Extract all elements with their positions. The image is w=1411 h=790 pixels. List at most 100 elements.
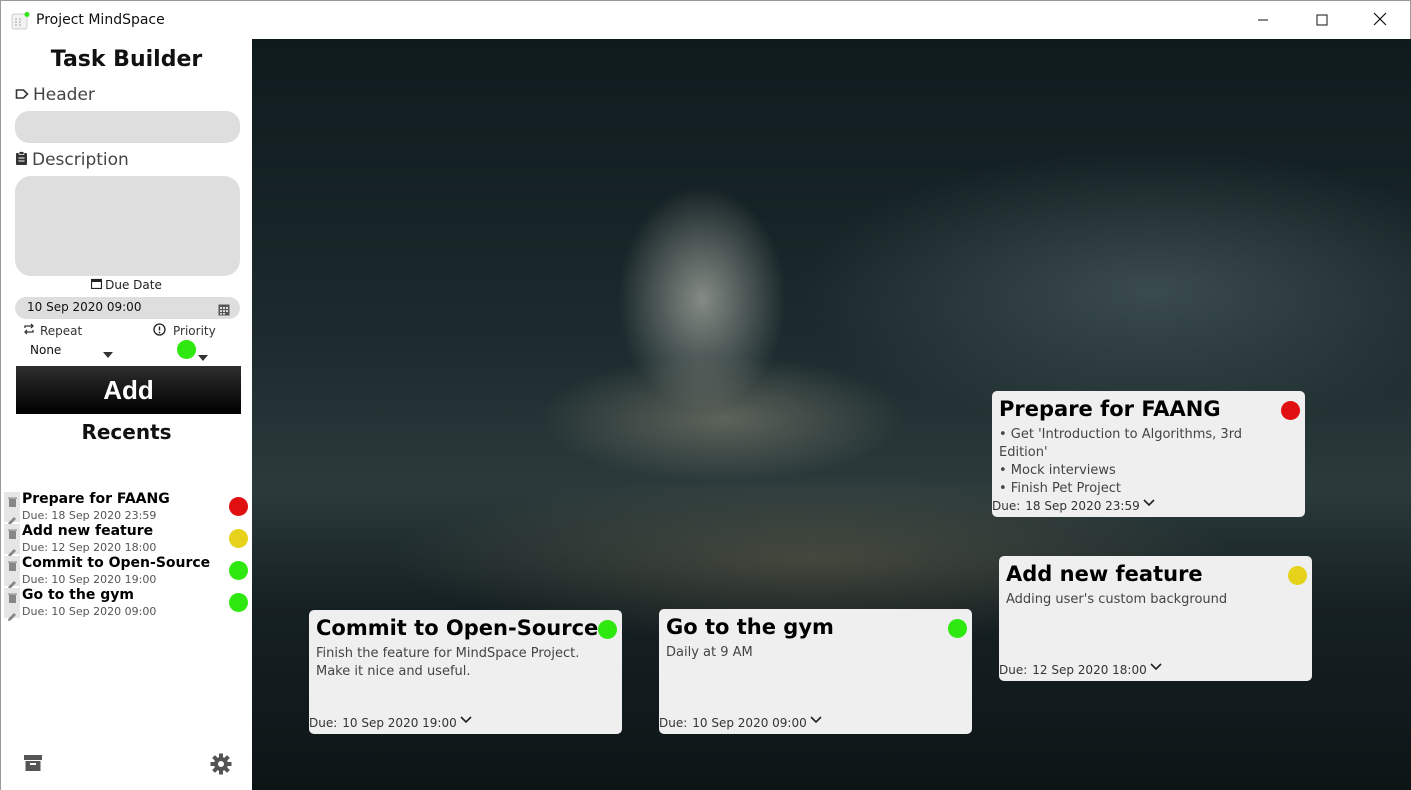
card-body-line: • Get 'Introduction to Algorithms, 3rd E…: [999, 427, 1243, 460]
maximize-icon: [1316, 11, 1328, 30]
priority-dot: [229, 529, 248, 548]
clipboard-icon: [15, 150, 28, 170]
settings-button[interactable]: [210, 753, 232, 779]
card-due: Due: 10 Sep 2020 09:00: [659, 716, 807, 730]
recent-item-commit-to-open-source[interactable]: Commit to Open-Source Due: 10 Sep 2020 1…: [1, 555, 252, 589]
header-label: Header: [15, 85, 95, 105]
card-due-prefix: Due:: [999, 663, 1028, 677]
task-card-prepare-for-faang[interactable]: Prepare for FAANG • Get 'Introduction to…: [992, 391, 1305, 517]
card-body: Adding user's custom background: [1006, 592, 1228, 607]
recent-item-add-new-feature[interactable]: Add new feature Due: 12 Sep 2020 18:00: [1, 523, 252, 557]
title-bar[interactable]: Project MindSpace: [1, 1, 1410, 39]
recent-item-title: Commit to Open-Source: [22, 555, 211, 571]
priority-select[interactable]: [177, 339, 211, 361]
recent-item-due: Due: 18 Sep 2020 23:59: [22, 509, 157, 522]
trash-icon[interactable]: [7, 556, 17, 575]
app-icon: [11, 11, 31, 31]
recent-item-prepare-for-faang[interactable]: Prepare for FAANG Due: 18 Sep 2020 23:59: [1, 491, 252, 525]
card-due-prefix: Due:: [659, 716, 688, 730]
repeat-label-text: Repeat: [40, 323, 83, 338]
task-card-commit-to-open-source[interactable]: Commit to Open-Source Finish the feature…: [309, 610, 622, 734]
minimize-button[interactable]: [1234, 1, 1292, 39]
priority-color-dot: [177, 340, 196, 359]
description-input[interactable]: [15, 176, 240, 276]
add-task-button[interactable]: Add: [16, 366, 241, 414]
card-priority-dot: [948, 619, 967, 638]
task-builder-sidebar: Task Builder Header Description Due Date…: [1, 39, 252, 790]
recents-title: Recents: [81, 420, 172, 444]
priority-dot: [229, 497, 248, 516]
chevron-down-icon[interactable]: [1150, 656, 1162, 675]
card-priority-dot: [1281, 401, 1300, 420]
minimize-icon: [1257, 11, 1269, 30]
repeat-value: None: [30, 343, 62, 357]
recent-item-due: Due: 10 Sep 2020 19:00: [22, 573, 157, 586]
app-window: Project MindSpace Task Builder Header De…: [0, 0, 1411, 790]
close-button[interactable]: [1351, 1, 1409, 39]
chevron-down-icon[interactable]: [1143, 492, 1155, 511]
card-priority-dot: [598, 620, 617, 639]
recents-list: Prepare for FAANG Due: 18 Sep 2020 23:59…: [1, 491, 252, 621]
trash-icon[interactable]: [7, 588, 17, 607]
recent-item-due: Due: 10 Sep 2020 09:00: [22, 605, 157, 618]
recent-item-tools: [4, 492, 20, 525]
gear-icon: [210, 753, 232, 779]
date-picker-icon[interactable]: [218, 301, 230, 320]
card-body: Daily at 9 AM: [666, 645, 753, 660]
recent-item-tools: [4, 524, 20, 557]
trash-icon[interactable]: [7, 492, 17, 511]
chevron-down-icon[interactable]: [460, 709, 472, 728]
card-due-value: 10 Sep 2020 09:00: [692, 716, 807, 730]
card-title: Commit to Open-Source: [316, 616, 599, 640]
recent-item-go-to-the-gym[interactable]: Go to the gym Due: 10 Sep 2020 09:00: [1, 587, 252, 621]
header-input[interactable]: [15, 111, 240, 143]
task-card-add-new-feature[interactable]: Add new feature Adding user's custom bac…: [999, 556, 1312, 681]
card-body: • Get 'Introduction to Algorithms, 3rd E…: [999, 426, 1289, 498]
card-title: Go to the gym: [666, 615, 834, 639]
trash-icon[interactable]: [7, 524, 17, 543]
card-due: Due: 10 Sep 2020 19:00: [309, 716, 457, 730]
priority-dot: [229, 561, 248, 580]
card-due: Due: 18 Sep 2020 23:59: [992, 499, 1140, 513]
alert-circle-icon: [153, 323, 166, 339]
window-title: Project MindSpace: [36, 12, 165, 28]
card-body-line: • Mock interviews: [999, 463, 1116, 478]
recent-item-tools: [4, 588, 20, 621]
card-body: Finish the feature for MindSpace Project…: [316, 646, 580, 679]
task-board: Prepare for FAANG • Get 'Introduction to…: [252, 39, 1411, 790]
tag-icon: [15, 85, 29, 105]
recent-item-tools: [4, 556, 20, 589]
priority-label: Priority: [153, 323, 216, 339]
card-title: Prepare for FAANG: [999, 397, 1221, 421]
due-date-label: Due Date: [1, 278, 252, 292]
repeat-select[interactable]: None: [30, 343, 115, 359]
chevron-down-icon[interactable]: [810, 709, 822, 728]
description-label-text: Description: [32, 150, 129, 170]
card-due-prefix: Due:: [992, 499, 1021, 513]
priority-dot: [229, 593, 248, 612]
recent-item-title: Go to the gym: [22, 587, 134, 603]
description-label: Description: [15, 150, 129, 170]
header-label-text: Header: [33, 85, 95, 105]
archive-icon: [23, 755, 43, 777]
card-due-prefix: Due:: [309, 716, 338, 730]
recent-item-title: Prepare for FAANG: [22, 491, 170, 507]
repeat-icon: [23, 323, 35, 338]
due-date-label-text: Due Date: [105, 278, 162, 292]
due-date-value: 10 Sep 2020 09:00: [27, 300, 142, 314]
task-builder-title: Task Builder: [50, 47, 203, 72]
archive-button[interactable]: [23, 753, 43, 777]
priority-label-text: Priority: [173, 324, 216, 338]
card-title: Add new feature: [1006, 562, 1203, 586]
card-due: Due: 12 Sep 2020 18:00: [999, 663, 1147, 677]
maximize-button[interactable]: [1293, 1, 1351, 39]
recent-item-title: Add new feature: [22, 523, 154, 539]
pencil-icon[interactable]: [7, 607, 17, 626]
calendar-icon: [91, 278, 103, 292]
due-date-input[interactable]: 10 Sep 2020 09:00: [15, 297, 240, 319]
chevron-down-icon: [198, 346, 208, 365]
repeat-label: Repeat: [23, 323, 82, 338]
chevron-down-icon: [103, 347, 113, 361]
card-due-value: 10 Sep 2020 19:00: [342, 716, 457, 730]
task-card-go-to-the-gym[interactable]: Go to the gym Daily at 9 AM Due: 10 Sep …: [659, 609, 972, 734]
